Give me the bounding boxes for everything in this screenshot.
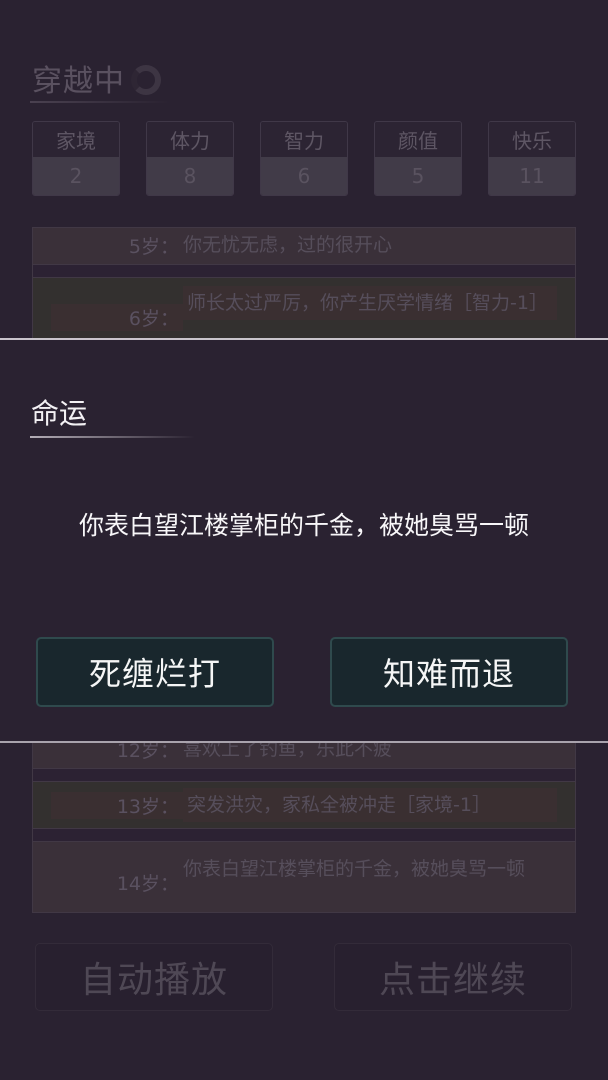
stat-label: 家境 <box>33 122 119 157</box>
stat-value: 2 <box>33 157 119 195</box>
stat-label: 智力 <box>261 122 347 157</box>
log-text: 你无忧无虑，过的很开心 <box>183 234 393 256</box>
title-underline <box>30 101 170 103</box>
dialog-buttons: 死缠烂打 知难而退 <box>36 637 568 707</box>
log-text: 师长太过严厉，你产生厌学情绪［智力-1］ <box>183 286 557 320</box>
log-age: 13岁： <box>51 792 183 819</box>
life-log-bottom: 12岁： 喜欢上了钓鱼，乐此不疲 13岁： 突发洪灾，家私全被冲走［家境-1］ … <box>32 735 576 913</box>
stat-label: 体力 <box>147 122 233 157</box>
bottom-buttons: 自动播放 点击继续 <box>35 943 572 1011</box>
stat-intelligence: 智力 6 <box>260 121 348 196</box>
header: 穿越中 <box>32 56 161 100</box>
stat-label: 快乐 <box>489 122 575 157</box>
dialog-message: 你表白望江楼掌柜的千金，被她臭骂一顿 <box>78 511 529 540</box>
log-age: 5岁： <box>128 236 179 258</box>
stat-family: 家境 2 <box>32 121 120 196</box>
dialog-title-underline <box>30 436 195 438</box>
stat-looks: 颜值 5 <box>374 121 462 196</box>
stat-label: 颜值 <box>375 122 461 157</box>
log-age: 14岁： <box>116 873 179 895</box>
log-separator <box>32 829 576 841</box>
log-text: 你表白望江楼掌柜的千金，被她臭骂一顿 <box>183 858 526 880</box>
log-entry: 13岁： 突发洪灾，家私全被冲走［家境-1］ <box>32 781 576 829</box>
stat-value: 8 <box>147 157 233 195</box>
stat-value: 6 <box>261 157 347 195</box>
spinner-icon <box>131 65 161 95</box>
log-text: 突发洪灾，家私全被冲走［家境-1］ <box>183 788 557 822</box>
log-separator <box>32 265 576 277</box>
log-entry: 5岁： 你无忧无虑，过的很开心 <box>32 227 576 265</box>
stat-value: 11 <box>489 157 575 195</box>
auto-play-button[interactable]: 自动播放 <box>35 943 273 1011</box>
stat-value: 5 <box>375 157 461 195</box>
life-log-top: 5岁： 你无忧无虑，过的很开心 6岁： 师长太过严厉，你产生厌学情绪［智力-1］ <box>32 227 576 347</box>
log-entry: 14岁： 你表白望江楼掌柜的千金，被她臭骂一顿 <box>32 841 576 913</box>
stats-panel: 家境 2 体力 8 智力 6 颜值 5 快乐 11 <box>32 121 576 196</box>
stat-strength: 体力 8 <box>146 121 234 196</box>
page-title: 穿越中 <box>32 64 125 99</box>
persist-button[interactable]: 死缠烂打 <box>36 637 274 707</box>
continue-button[interactable]: 点击继续 <box>334 943 572 1011</box>
give-up-button[interactable]: 知难而退 <box>330 637 568 707</box>
dialog-title: 命运 <box>31 397 88 430</box>
log-entry: 6岁： 师长太过严厉，你产生厌学情绪［智力-1］ <box>32 277 576 347</box>
log-separator <box>32 769 576 781</box>
fate-dialog: 命运 你表白望江楼掌柜的千金，被她臭骂一顿 死缠烂打 知难而退 <box>0 338 608 743</box>
stat-happiness: 快乐 11 <box>488 121 576 196</box>
log-age: 6岁： <box>51 304 183 331</box>
